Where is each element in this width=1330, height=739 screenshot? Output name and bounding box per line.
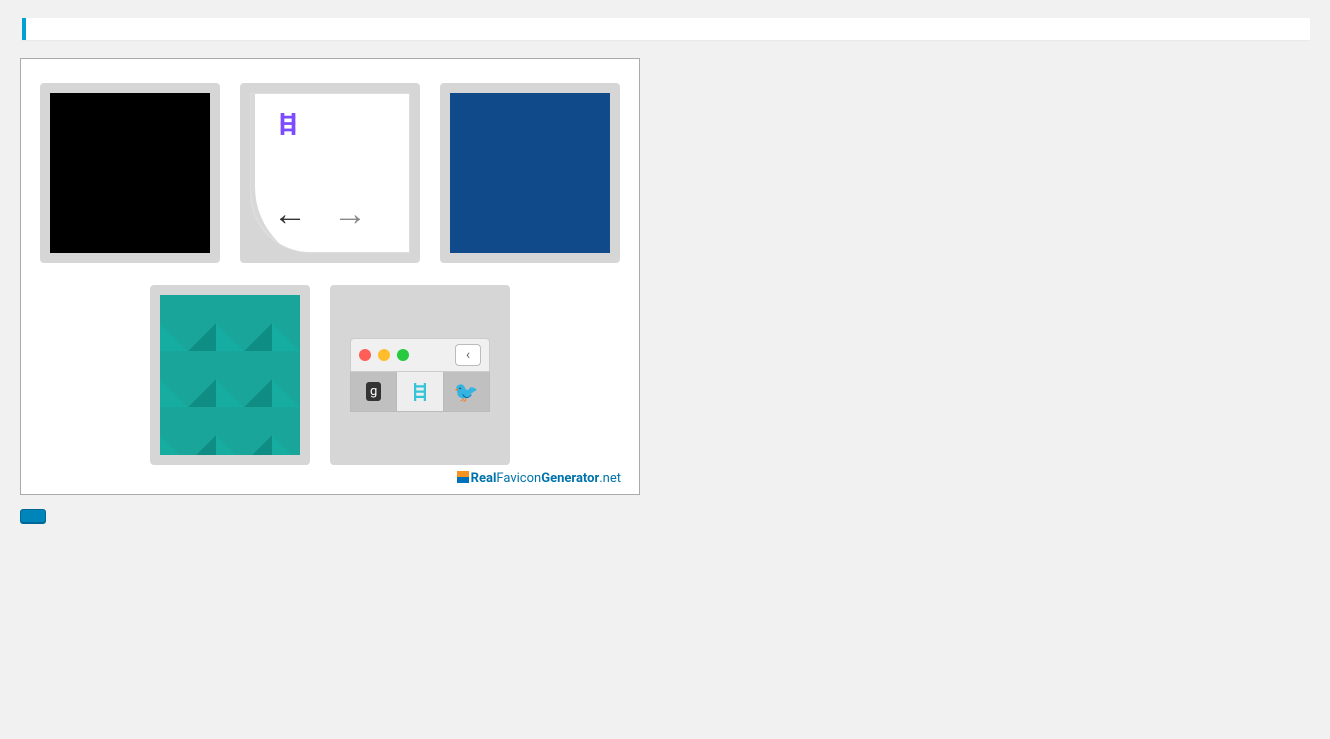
safari-titlebar: ‹ bbox=[350, 338, 490, 372]
preview-panel: ← → bbox=[20, 58, 640, 495]
preview-desktop: ← → bbox=[240, 77, 420, 263]
favicon-icon bbox=[277, 112, 299, 136]
preview-ios bbox=[40, 77, 220, 263]
safari-tab-google: g bbox=[351, 372, 397, 411]
check-favicon-button[interactable] bbox=[20, 509, 46, 523]
preview-safari: ‹ g 🐦 bbox=[330, 279, 510, 465]
preview-windows bbox=[440, 77, 620, 263]
preview-android bbox=[150, 279, 310, 465]
rfg-link[interactable]: RealFaviconGenerator.net bbox=[471, 471, 621, 486]
forward-arrow-icon: → bbox=[333, 194, 367, 234]
ios-grid bbox=[50, 93, 210, 253]
safari-back-icon: ‹ bbox=[455, 344, 481, 366]
traffic-light-close-icon bbox=[359, 349, 371, 361]
back-arrow-icon: ← bbox=[273, 194, 307, 234]
windows-grid bbox=[450, 93, 610, 253]
favicon-icon bbox=[411, 383, 429, 401]
android-grid bbox=[160, 295, 300, 455]
safari-tab-twitter: 🐦 bbox=[444, 372, 489, 411]
notice-banner bbox=[22, 18, 1310, 40]
safari-tabs: g 🐦 bbox=[350, 372, 490, 412]
traffic-light-max-icon bbox=[397, 349, 409, 361]
traffic-light-min-icon bbox=[378, 349, 390, 361]
rfg-logo-icon bbox=[457, 471, 469, 483]
page-title bbox=[20, 0, 1310, 13]
safari-tab-example bbox=[397, 372, 443, 411]
